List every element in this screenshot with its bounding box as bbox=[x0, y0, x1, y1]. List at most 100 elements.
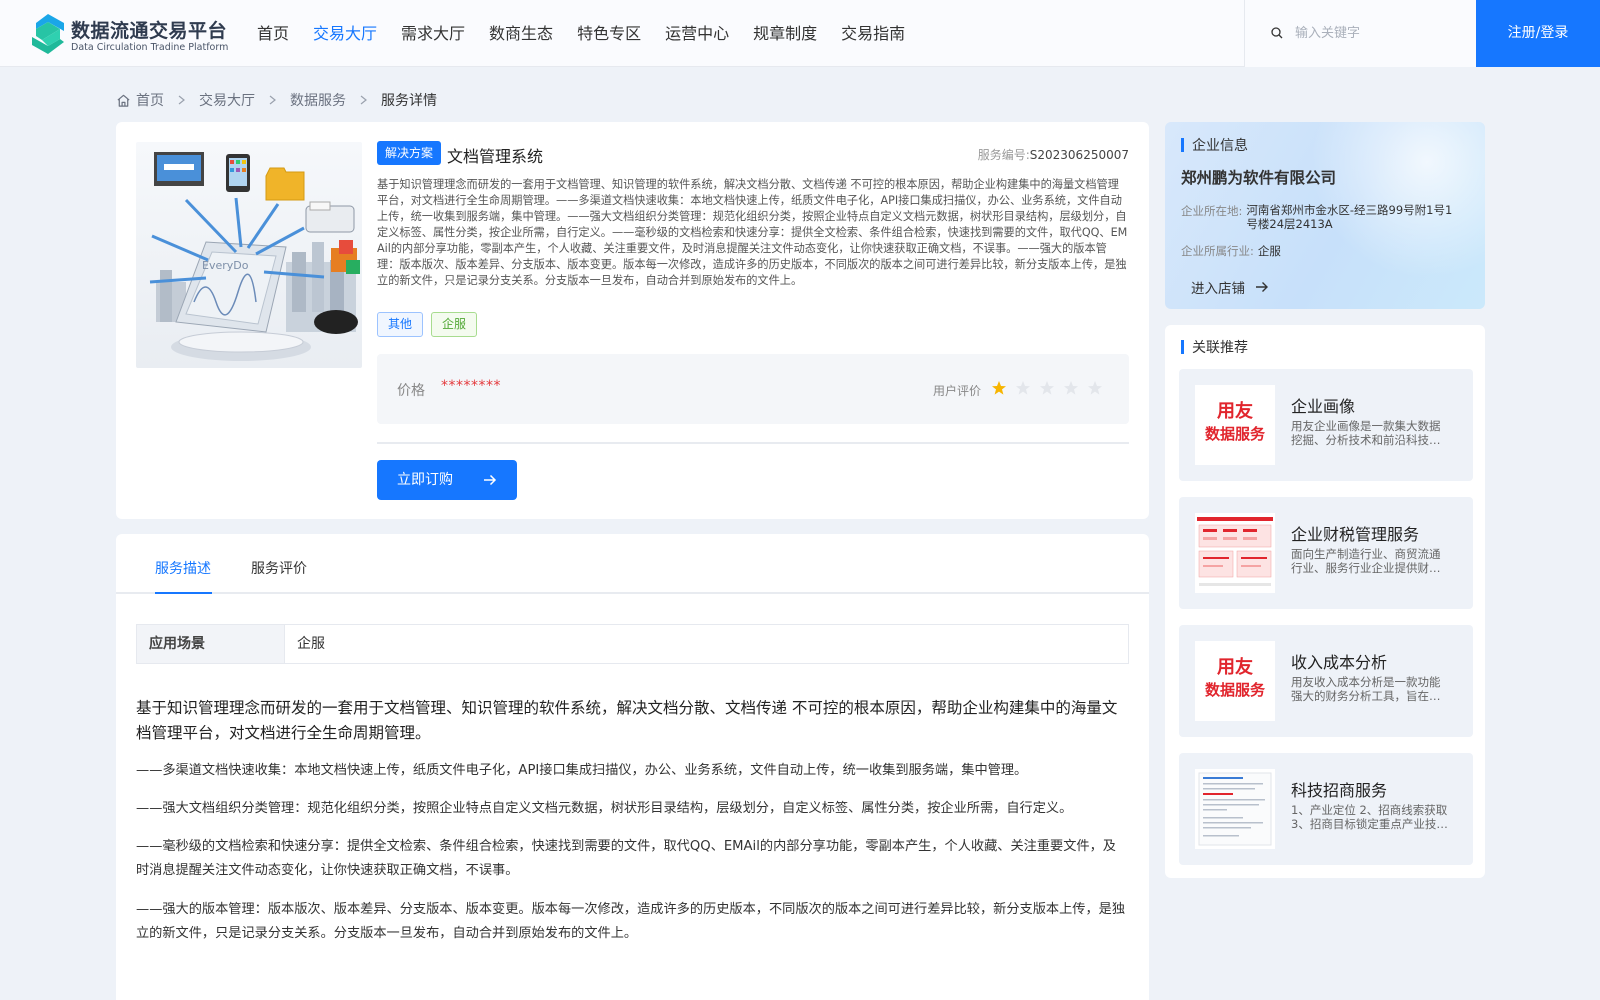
nav-regulations[interactable]: 规章制度 bbox=[753, 0, 817, 67]
service-number-value: S202306250007 bbox=[1029, 148, 1129, 162]
description-lead: 基于知识管理理念而研发的一套用于文档管理、知识管理的软件系统，解决文档分散、文档… bbox=[136, 699, 1118, 742]
location-label: 企业所在地: bbox=[1181, 204, 1243, 218]
company-info-card: 企业信息 郑州鹏为软件有限公司 企业所在地: 河南省郑州市金水区-经三路99号附… bbox=[1165, 122, 1485, 309]
company-name: 郑州鹏为软件有限公司 bbox=[1181, 169, 1337, 187]
product-summary: 基于知识管理理念而研发的一套用于文档管理、知识管理的软件系统，解决文档分散、文档… bbox=[377, 178, 1128, 287]
description-paragraph: ——强大的版本管理：版本版次、版本差异、分支版本、版本变更。版本每一次修改，造成… bbox=[136, 902, 1126, 941]
yonyou-logo: 用友 数据服务 bbox=[1195, 641, 1275, 721]
recommend-item[interactable]: 用友 数据服务 收入成本分析 用友收入成本分析是一款功能强大的财务分析工具，旨在… bbox=[1179, 625, 1473, 737]
main-nav: 首页 交易大厅 需求大厅 数商生态 特色专区 运营中心 规章制度 交易指南 bbox=[257, 0, 929, 67]
recommend-title: 科技招商服务 bbox=[1291, 781, 1388, 800]
subscribe-button[interactable]: 立即订购 bbox=[377, 460, 517, 500]
nav-demand-hall[interactable]: 需求大厅 bbox=[401, 0, 465, 67]
yonyou-logo-brand: 用友 bbox=[1217, 401, 1253, 422]
card-decoration bbox=[1295, 122, 1485, 282]
logo-title: 数据流通交易平台 bbox=[71, 20, 228, 42]
document-thumbnail-icon bbox=[1195, 769, 1275, 849]
company-location-row: 企业所在地: 河南省郑州市金水区-经三路99号附1号1号楼24层2413A bbox=[1181, 203, 1458, 231]
table-thumbnail-icon bbox=[1195, 513, 1275, 593]
rating-stars bbox=[991, 380, 1111, 396]
recommend-thumbnail bbox=[1195, 513, 1275, 593]
industry-value: 企服 bbox=[1257, 244, 1281, 258]
tag-list: 其他 企服 bbox=[377, 312, 485, 337]
recommend-desc: 用友收入成本分析是一款功能强大的财务分析工具，旨在… bbox=[1291, 675, 1441, 703]
service-number: 服务编号:S202306250007 bbox=[978, 146, 1129, 163]
tab-service-description[interactable]: 服务描述 bbox=[155, 558, 211, 578]
scene-label: 应用场景 bbox=[137, 625, 285, 663]
service-number-label: 服务编号: bbox=[977, 148, 1030, 162]
recommend-item[interactable]: 科技招商服务 1、产业定位 2、招商线索获取 3、招商目标锁定重点产业技… bbox=[1179, 753, 1473, 865]
breadcrumb: 首页 交易大厅 数据服务 服务详情 bbox=[116, 88, 437, 112]
recommend-title: 企业画像 bbox=[1291, 397, 1356, 416]
product-image: EveryDo bbox=[136, 142, 362, 368]
yonyou-logo: 用友 数据服务 bbox=[1195, 385, 1275, 465]
recommend-item[interactable]: 企业财税管理服务 面向生产制造行业、商贸流通行业、服务行业企业提供财… bbox=[1179, 497, 1473, 609]
product-title: 文档管理系统 bbox=[447, 147, 544, 166]
tag-other[interactable]: 其他 bbox=[377, 312, 424, 337]
recommend-thumbnail: 用友 数据服务 bbox=[1195, 641, 1275, 721]
recommend-desc: 用友企业画像是一款集大数据挖掘、分析技术和前沿科技… bbox=[1291, 419, 1441, 447]
login-register-button[interactable]: 注册/登录 bbox=[1476, 0, 1600, 67]
search-icon[interactable] bbox=[1271, 27, 1283, 39]
nav-home[interactable]: 首页 bbox=[257, 0, 289, 67]
recommend-desc: 面向生产制造行业、商贸流通行业、服务行业企业提供财… bbox=[1291, 547, 1441, 575]
recommend-item[interactable]: 用友 数据服务 企业画像 用友企业画像是一款集大数据挖掘、分析技术和前沿科技… bbox=[1179, 369, 1473, 481]
site-logo[interactable]: 数据流通交易平台 Data Circulation Tradine Platfo… bbox=[30, 14, 240, 56]
nav-special-zone[interactable]: 特色专区 bbox=[577, 0, 641, 67]
company-section-title: 企业信息 bbox=[1181, 135, 1248, 155]
breadcrumb-home[interactable]: 首页 bbox=[136, 90, 164, 110]
related-recommend-card: 关联推荐 用友 数据服务 企业画像 用友企业画像是一款集大数据挖掘、分析技术和前… bbox=[1165, 325, 1485, 878]
description-paragraph: ——多渠道文档快速收集：本地文档快速上传，纸质文件电子化，API接口集成扫描仪，… bbox=[136, 763, 1028, 778]
recommend-title: 收入成本分析 bbox=[1291, 653, 1388, 672]
active-tab-indicator bbox=[155, 592, 212, 594]
star-empty-icon bbox=[1016, 381, 1030, 395]
company-industry-row: 企业所属行业: 企服 bbox=[1181, 243, 1281, 259]
recommend-title: 企业财税管理服务 bbox=[1291, 525, 1420, 544]
logo-mark-icon bbox=[32, 14, 64, 54]
star-filled-icon bbox=[992, 381, 1006, 395]
solution-tag: 解决方案 bbox=[377, 141, 442, 165]
scene-value: 企服 bbox=[297, 636, 325, 652]
recommend-desc: 1、产业定位 2、招商线索获取 3、招商目标锁定重点产业技… bbox=[1291, 803, 1448, 831]
recommend-thumbnail bbox=[1195, 769, 1275, 849]
description-paragraph: ——强大文档组织分类管理：规范化组织分类，按照企业特点自定义文档元数据，树状形目… bbox=[136, 801, 1073, 816]
breadcrumb-current: 服务详情 bbox=[381, 93, 437, 109]
price-value: ******** bbox=[441, 378, 501, 394]
enter-shop-link[interactable]: 进入店铺 bbox=[1191, 277, 1269, 297]
price-panel: 价格 ******** 用户评价 bbox=[377, 354, 1129, 424]
enter-shop-label: 进入店铺 bbox=[1191, 281, 1245, 297]
product-card: EveryDo 解决方案 文档管理系统 服务编号:S202306250007 基… bbox=[116, 122, 1149, 519]
document-system-illustration: EveryDo bbox=[149, 152, 360, 361]
logo-subtitle: Data Circulation Tradine Platform bbox=[71, 42, 229, 53]
home-icon[interactable] bbox=[116, 93, 131, 108]
tag-enterprise-service[interactable]: 企服 bbox=[431, 312, 478, 337]
breadcrumb-trading-hall[interactable]: 交易大厅 bbox=[199, 90, 255, 110]
tab-service-review[interactable]: 服务评价 bbox=[251, 558, 307, 578]
search-box bbox=[1244, 0, 1476, 67]
chevron-right-icon bbox=[178, 95, 185, 105]
yonyou-logo-caption: 数据服务 bbox=[1204, 425, 1265, 443]
description-paragraph: ——毫秒级的文档检索和快速分享：提供全文检索、条件组合检索，快速找到需要的文件，… bbox=[136, 839, 1116, 878]
nav-trading-hall[interactable]: 交易大厅 bbox=[313, 0, 377, 67]
price-label: 价格 bbox=[397, 383, 425, 399]
location-value: 河南省郑州市金水区-经三路99号附1号1号楼24层2413A bbox=[1246, 203, 1453, 231]
top-header: 数据流通交易平台 Data Circulation Tradine Platfo… bbox=[0, 0, 1600, 67]
star-empty-icon bbox=[1064, 381, 1078, 395]
star-empty-icon bbox=[1088, 381, 1102, 395]
subscribe-label: 立即订购 bbox=[397, 472, 453, 488]
divider bbox=[377, 442, 1129, 444]
star-empty-icon bbox=[1040, 381, 1054, 395]
search-input[interactable] bbox=[1295, 20, 1465, 46]
recommend-section-title: 关联推荐 bbox=[1181, 337, 1248, 357]
industry-label: 企业所属行业: bbox=[1181, 244, 1254, 258]
nav-ecosystem[interactable]: 数商生态 bbox=[489, 0, 553, 67]
application-scene-table: 应用场景 企服 bbox=[136, 624, 1129, 664]
nav-operation-center[interactable]: 运营中心 bbox=[665, 0, 729, 67]
service-detail-card: 服务描述 服务评价 应用场景 企服 基于知识管理理念而研发的一套用于文档管理、知… bbox=[116, 534, 1149, 1000]
arrow-right-icon bbox=[484, 474, 497, 486]
image-brand-text: EveryDo bbox=[202, 259, 249, 272]
arrow-right-icon bbox=[1256, 282, 1268, 292]
rating-label: 用户评价 bbox=[933, 384, 982, 398]
breadcrumb-data-service[interactable]: 数据服务 bbox=[290, 90, 346, 110]
nav-guide[interactable]: 交易指南 bbox=[841, 0, 905, 67]
